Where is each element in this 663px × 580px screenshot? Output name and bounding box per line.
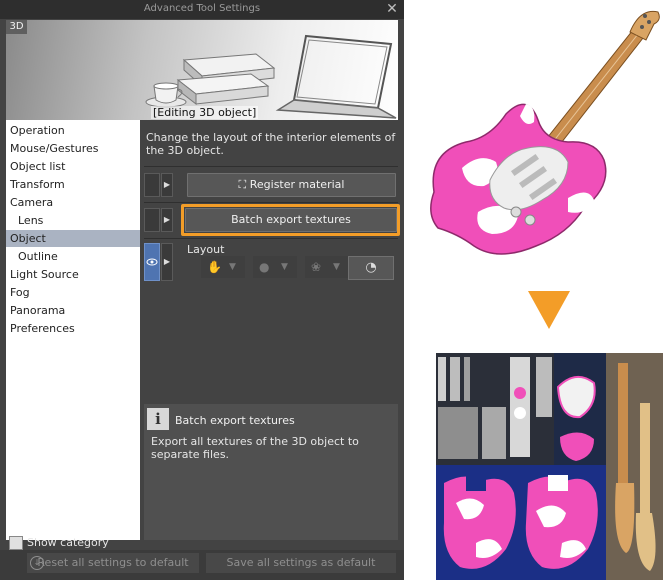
category-label: Fog	[10, 286, 30, 299]
preview-image	[6, 20, 398, 120]
category-label: Panorama	[10, 304, 66, 317]
expand-arrow-button[interactable]: ▶	[161, 173, 173, 197]
category-label: Mouse/Gestures	[10, 142, 99, 155]
reset-all-button[interactable]: Reset all settings to default	[27, 553, 199, 573]
eye-icon[interactable]	[144, 243, 160, 281]
category-item[interactable]: Object list	[6, 158, 140, 175]
category-list: Operation Mouse/Gestures Object list Transf…	[6, 120, 140, 540]
category-label: Object list	[10, 160, 66, 173]
info-icon: i	[147, 408, 169, 430]
layout-dropdown-2[interactable]: ● ▼	[253, 256, 297, 278]
highlight-frame	[181, 204, 400, 236]
category-label: Outline	[18, 250, 58, 263]
guitar-3d-image	[430, 10, 660, 255]
chevron-down-icon: ▼	[333, 262, 340, 272]
editing-label: [Editing 3D object]	[151, 106, 259, 119]
expand-arrow-button[interactable]: ▶	[161, 208, 173, 232]
setting-description: Change the layout of the interior elemen…	[146, 131, 396, 157]
chevron-down-icon: ▼	[229, 262, 236, 272]
show-category-checkbox[interactable]	[9, 536, 23, 550]
3d-tag: 3D	[6, 20, 27, 34]
expand-arrow-button[interactable]: ▶	[161, 243, 173, 281]
register-material-button[interactable]: ⛶ Register material	[187, 173, 396, 197]
category-label: Light Source	[10, 268, 79, 281]
pose-icon: ✋	[207, 260, 222, 274]
category-item[interactable]: Light Source	[6, 266, 140, 283]
pose-icon: ●	[259, 260, 270, 274]
desk-illustration	[145, 34, 397, 119]
category-label: Transform	[10, 178, 65, 191]
category-label: Object	[10, 232, 46, 245]
category-item[interactable]: Fog	[6, 284, 140, 301]
category-label: Operation	[10, 124, 65, 137]
layout-reset-icon[interactable]: ◔	[348, 256, 394, 280]
category-item[interactable]: Lens	[6, 212, 140, 229]
row-divider	[144, 202, 398, 203]
show-category-label: Show category	[27, 536, 109, 549]
category-item[interactable]: Object	[6, 230, 140, 247]
category-label: Preferences	[10, 322, 75, 335]
info-title: Batch export textures	[175, 414, 295, 427]
texture-map-image	[436, 353, 663, 580]
row-divider	[144, 238, 398, 239]
layout-label: Layout	[187, 243, 225, 256]
visibility-toggle[interactable]	[144, 208, 160, 232]
visibility-toggle[interactable]	[144, 173, 160, 197]
window-title: Advanced Tool Settings	[143, 3, 261, 14]
category-item[interactable]: Operation	[6, 122, 140, 139]
info-body: Export all textures of the 3D object to …	[151, 435, 359, 461]
category-item[interactable]: Transform	[6, 176, 140, 193]
down-arrow-icon	[528, 291, 570, 329]
category-item[interactable]: Preferences	[6, 320, 140, 337]
category-label: Lens	[18, 214, 44, 227]
category-item[interactable]: Mouse/Gestures	[6, 140, 140, 157]
category-item[interactable]: Panorama	[6, 302, 140, 319]
register-material-label: Register material	[249, 178, 345, 191]
layout-dropdown-1[interactable]: ✋ ▼	[201, 256, 245, 278]
category-label: Camera	[10, 196, 54, 209]
layout-dropdown-3[interactable]: ❀ ▼	[305, 256, 349, 278]
pose-icon: ❀	[311, 260, 322, 274]
chevron-down-icon: ▼	[281, 262, 288, 272]
save-all-button[interactable]: Save all settings as default	[206, 553, 396, 573]
download-icon: ↓	[30, 556, 44, 570]
category-item[interactable]: Camera	[6, 194, 140, 211]
category-item[interactable]: Outline	[6, 248, 140, 265]
material-register-icon: ⛶	[238, 178, 247, 191]
close-icon[interactable]: ✕	[384, 1, 400, 17]
row-divider	[144, 166, 398, 167]
